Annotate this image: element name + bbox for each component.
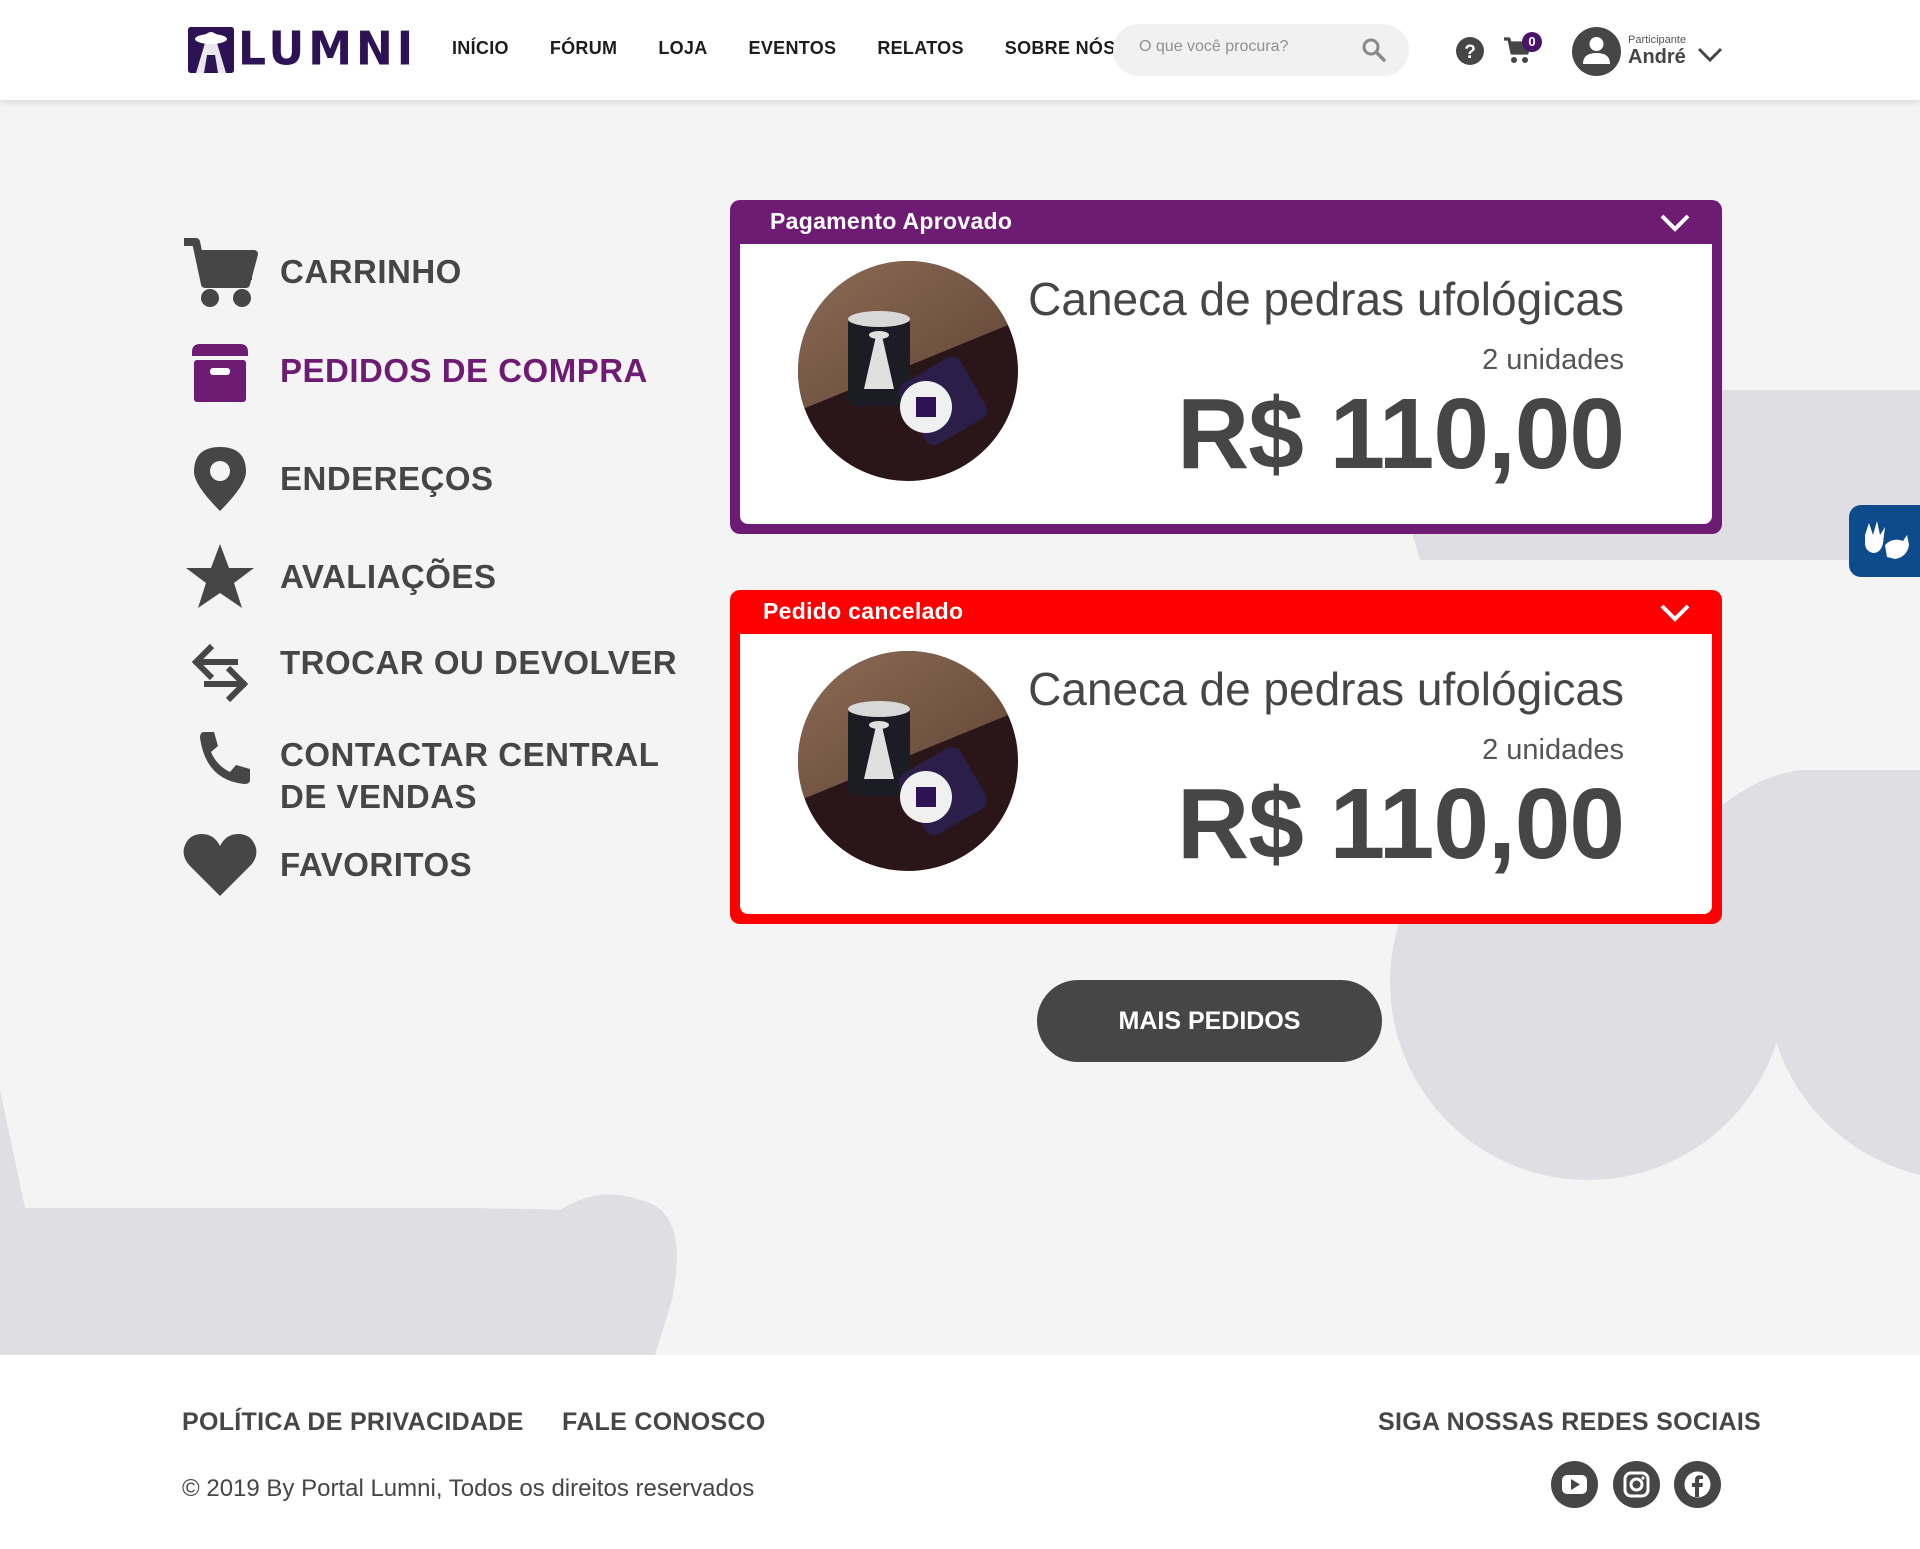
user-name[interactable]: André [1628, 46, 1686, 69]
cart-icon [184, 238, 258, 307]
order-card-body: Caneca de pedras ufológicas 2 unidades R… [740, 634, 1712, 914]
product-name[interactable]: Caneca de pedras ufológicas [1028, 272, 1624, 326]
nav-relatos[interactable]: RELATOS [877, 38, 963, 59]
search-input[interactable] [1139, 38, 1359, 56]
star-icon [186, 544, 254, 608]
product-name[interactable]: Caneca de pedras ufológicas [1028, 662, 1624, 716]
chevron-down-icon[interactable] [1658, 600, 1692, 624]
logo-text: LUMNI [238, 22, 418, 77]
order-card-body: Caneca de pedras ufológicas 2 unidades R… [740, 244, 1712, 524]
ufo-logo-icon [188, 27, 234, 73]
order-card-header[interactable]: Pagamento Aprovado [730, 200, 1722, 244]
location-pin-icon [194, 447, 246, 511]
social-title: SIGA NOSSAS REDES SOCIAIS [1378, 1408, 1762, 1436]
nav-inicio[interactable]: INÍCIO [452, 38, 509, 59]
search-bar [1113, 24, 1409, 76]
nav-forum[interactable]: FÓRUM [550, 38, 618, 59]
order-card: Pagamento Aprovado Caneca de pedras ufol… [730, 200, 1722, 534]
help-icon[interactable]: ? [1456, 37, 1484, 65]
product-price: R$ 110,00 [1177, 378, 1625, 490]
chevron-down-icon[interactable] [1658, 210, 1692, 234]
privacy-policy-link[interactable]: POLÍTICA DE PRIVACIDADE [182, 1408, 524, 1437]
page-footer: POLÍTICA DE PRIVACIDADE FALE CONOSCO SIG… [0, 1355, 1920, 1549]
lumni-logo[interactable]: LUMNI [188, 22, 418, 77]
sidebar-label-favoritos: FAVORITOS [280, 846, 473, 883]
sidebar-label-contactar-line2: DE VENDAS [280, 778, 478, 815]
order-card: Pedido cancelado Caneca de pedras ufológ… [730, 590, 1722, 924]
box-icon [192, 344, 248, 402]
instagram-icon [1623, 1471, 1650, 1498]
user-avatar-icon[interactable] [1572, 27, 1621, 76]
main-nav: INÍCIO FÓRUM LOJA EVENTOS RELATOS SOBRE … [452, 38, 1157, 59]
sidebar-label-carrinho: CARRINHO [280, 253, 462, 290]
facebook-icon [1684, 1471, 1711, 1498]
product-image[interactable] [798, 261, 1018, 481]
chevron-down-icon[interactable] [1696, 44, 1724, 64]
sidebar-label-trocar: TROCAR OU DEVOLVER [280, 644, 678, 681]
sign-language-hands-icon [1865, 521, 1909, 559]
phone-icon [200, 732, 250, 784]
youtube-icon [1562, 1475, 1587, 1494]
top-header: LUMNI INÍCIO FÓRUM LOJA EVENTOS RELATOS … [0, 0, 1920, 100]
youtube-link[interactable] [1551, 1461, 1598, 1508]
cart-count-badge: 0 [1522, 32, 1542, 52]
more-orders-button[interactable]: MAIS PEDIDOS [1037, 980, 1382, 1062]
svg-text:?: ? [1464, 42, 1476, 63]
product-price: R$ 110,00 [1177, 768, 1625, 880]
order-status: Pagamento Aprovado [770, 208, 1013, 234]
sidebar-label-contactar: CONTACTAR CENTRAL [280, 736, 660, 773]
product-image[interactable] [798, 651, 1018, 871]
search-icon[interactable] [1361, 37, 1387, 63]
instagram-link[interactable] [1613, 1461, 1660, 1508]
nav-sobre-nos[interactable]: SOBRE NÓS [1005, 38, 1116, 59]
contact-link[interactable]: FALE CONOSCO [562, 1408, 766, 1437]
heart-icon [183, 834, 257, 896]
nav-eventos[interactable]: EVENTOS [749, 38, 837, 59]
nav-loja[interactable]: LOJA [658, 38, 707, 59]
product-quantity: 2 unidades [1482, 344, 1624, 376]
sidebar-label-pedidos: PEDIDOS DE COMPRA [280, 352, 648, 389]
user-role: Participante [1628, 34, 1687, 46]
copyright-text: © 2019 By Portal Lumni, Todos os direito… [182, 1475, 755, 1502]
sidebar-label-avaliacoes: AVALIAÇÕES [280, 558, 497, 595]
sidebar-label-enderecos: ENDEREÇOS [280, 460, 494, 497]
order-status: Pedido cancelado [763, 598, 964, 624]
facebook-link[interactable] [1674, 1461, 1721, 1508]
order-card-header[interactable]: Pedido cancelado [730, 590, 1722, 634]
sign-language-accessibility-button[interactable] [1849, 505, 1920, 577]
exchange-arrows-icon [191, 643, 249, 703]
product-quantity: 2 unidades [1482, 734, 1624, 766]
